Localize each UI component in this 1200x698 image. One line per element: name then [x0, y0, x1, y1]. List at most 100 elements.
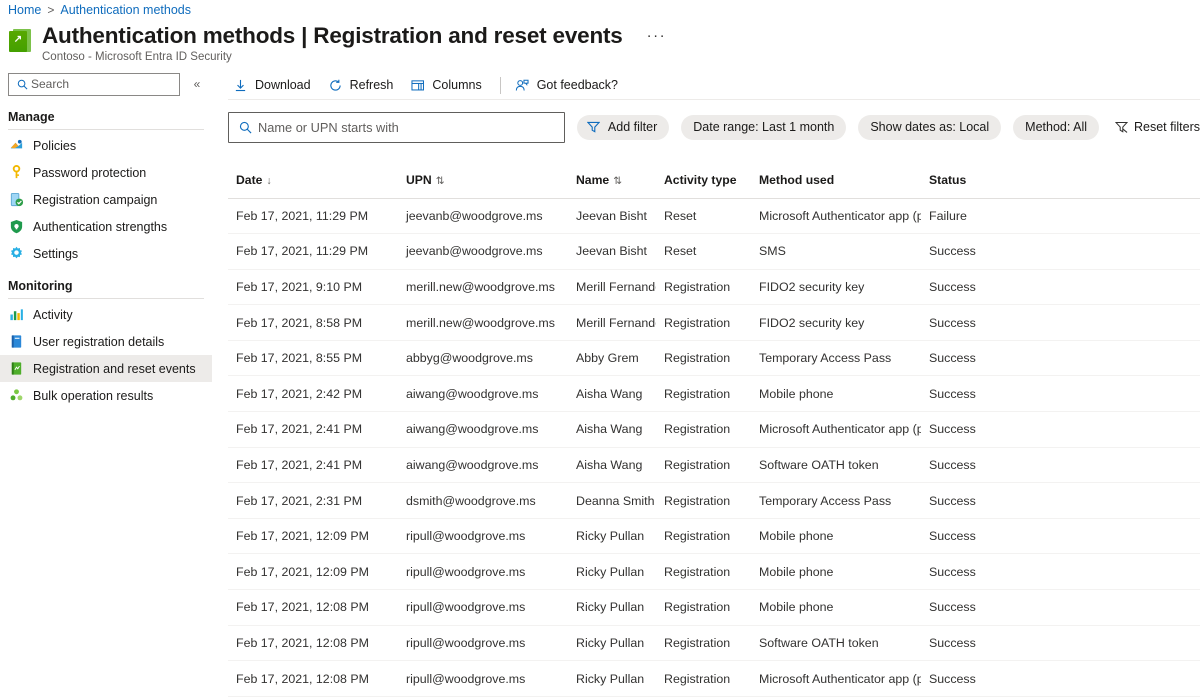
filter-clear-icon [1113, 120, 1129, 134]
name-or-upn-search-input[interactable] [256, 120, 564, 135]
show-dates-as-filter[interactable]: Show dates as: Local [858, 115, 1001, 140]
sidebar-item-label: Activity [33, 308, 73, 322]
sidebar-search-row: « [0, 70, 212, 98]
table-row[interactable]: Feb 17, 2021, 8:55 PMabbyg@woodgrove.msA… [228, 340, 1200, 376]
cell-method-used: Temporary Access Pass [751, 340, 921, 376]
cell-upn: merill.new@woodgrove.ms [398, 305, 568, 341]
breadcrumb: Home > Authentication methods [8, 0, 191, 20]
events-table-head: Date↓ UPN⇅ Name⇅ Activity type Method us… [228, 165, 1200, 198]
shield-icon [8, 219, 24, 235]
page-subtitle: Contoso - Microsoft Entra ID Security [42, 51, 670, 63]
cell-method-used: Software OATH token [751, 625, 921, 661]
sidebar: « Manage Policies Password protection Re… [0, 70, 212, 698]
cell-method-used: Microsoft Authenticator app (pu [751, 661, 921, 697]
table-row[interactable]: Feb 17, 2021, 9:10 PMmerill.new@woodgrov… [228, 269, 1200, 305]
cell-name: Ricky Pullan [568, 518, 656, 554]
sidebar-item-user-registration-details[interactable]: User registration details [0, 328, 212, 355]
cell-upn: ripull@woodgrove.ms [398, 590, 568, 626]
cell-upn: jeevanb@woodgrove.ms [398, 234, 568, 270]
table-row[interactable]: Feb 17, 2021, 8:58 PMmerill.new@woodgrov… [228, 305, 1200, 341]
sidebar-item-password-protection[interactable]: Password protection [0, 159, 212, 186]
add-filter-button[interactable]: Add filter [577, 115, 669, 140]
reset-filters-button[interactable]: Reset filters [1113, 120, 1200, 134]
sidebar-item-authentication-strengths[interactable]: Authentication strengths [0, 213, 212, 240]
table-row[interactable]: Feb 17, 2021, 2:42 PMaiwang@woodgrove.ms… [228, 376, 1200, 412]
cell-status: Success [921, 305, 1041, 341]
sidebar-item-registration-and-reset-events[interactable]: Registration and reset events [0, 355, 212, 382]
table-row[interactable]: Feb 17, 2021, 2:41 PMaiwang@woodgrove.ms… [228, 447, 1200, 483]
table-row[interactable]: Feb 17, 2021, 11:29 PMjeevanb@woodgrove.… [228, 234, 1200, 270]
cell-date: Feb 17, 2021, 12:08 PM [228, 590, 398, 626]
sidebar-collapse-button[interactable]: « [186, 73, 208, 95]
sidebar-item-label: Registration and reset events [33, 362, 196, 376]
events-table-container[interactable]: Date↓ UPN⇅ Name⇅ Activity type Method us… [228, 165, 1200, 698]
key-icon [8, 165, 24, 181]
method-filter[interactable]: Method: All [1013, 115, 1099, 140]
report-book-icon: ↗ [8, 28, 34, 54]
filter-funnel-icon [586, 120, 602, 134]
refresh-label: Refresh [350, 78, 394, 92]
sidebar-item-activity[interactable]: Activity [0, 301, 212, 328]
sidebar-item-settings[interactable]: Settings [0, 240, 212, 267]
table-row[interactable]: Feb 17, 2021, 2:31 PMdsmith@woodgrove.ms… [228, 483, 1200, 519]
sidebar-item-policies[interactable]: Policies [0, 132, 212, 159]
got-feedback-button[interactable]: Got feedback? [510, 72, 627, 98]
sidebar-item-label: Policies [33, 139, 76, 153]
book-blue-icon [8, 334, 24, 350]
download-button[interactable]: Download [228, 72, 320, 98]
breadcrumb-current-link[interactable]: Authentication methods [60, 3, 191, 17]
cell-upn: aiwang@woodgrove.ms [398, 376, 568, 412]
page-root: Home > Authentication methods ↗ Authenti… [0, 0, 1200, 698]
sidebar-item-registration-campaign[interactable]: Registration campaign [0, 186, 212, 213]
table-row[interactable]: Feb 17, 2021, 12:09 PMripull@woodgrove.m… [228, 518, 1200, 554]
cell-activity-type: Registration [656, 340, 751, 376]
cell-date: Feb 17, 2021, 12:08 PM [228, 661, 398, 697]
date-range-filter[interactable]: Date range: Last 1 month [681, 115, 846, 140]
breadcrumb-home-link[interactable]: Home [8, 3, 41, 17]
table-row[interactable]: Feb 17, 2021, 12:08 PMripull@woodgrove.m… [228, 625, 1200, 661]
cell-name: Aisha Wang [568, 447, 656, 483]
more-options-button[interactable]: ··· [643, 27, 671, 45]
column-header-method-used[interactable]: Method used [751, 165, 921, 198]
cell-spacer [1041, 590, 1200, 626]
sidebar-search-input[interactable] [31, 77, 171, 91]
sidebar-item-bulk-operation-results[interactable]: Bulk operation results [0, 382, 212, 409]
column-header-activity-type[interactable]: Activity type [656, 165, 751, 198]
table-row[interactable]: Feb 17, 2021, 2:41 PMaiwang@woodgrove.ms… [228, 412, 1200, 448]
column-header-name[interactable]: Name⇅ [568, 165, 656, 198]
cell-activity-type: Registration [656, 661, 751, 697]
columns-icon [409, 77, 426, 93]
date-range-label: Date range: Last 1 month [693, 120, 834, 134]
cell-method-used: FIDO2 security key [751, 269, 921, 305]
table-header-row: Date↓ UPN⇅ Name⇅ Activity type Method us… [228, 165, 1200, 198]
page-header: ↗ Authentication methods | Registration … [8, 22, 1200, 68]
table-row[interactable]: Feb 17, 2021, 12:08 PMripull@woodgrove.m… [228, 661, 1200, 697]
columns-button[interactable]: Columns [405, 72, 490, 98]
events-table: Date↓ UPN⇅ Name⇅ Activity type Method us… [228, 165, 1200, 697]
cell-spacer [1041, 483, 1200, 519]
got-feedback-label: Got feedback? [537, 78, 618, 92]
table-row[interactable]: Feb 17, 2021, 12:09 PMripull@woodgrove.m… [228, 554, 1200, 590]
table-row[interactable]: Feb 17, 2021, 12:08 PMripull@woodgrove.m… [228, 590, 1200, 626]
cell-status: Success [921, 483, 1041, 519]
cell-spacer [1041, 447, 1200, 483]
refresh-button[interactable]: Refresh [323, 72, 403, 98]
cell-date: Feb 17, 2021, 2:42 PM [228, 376, 398, 412]
cell-spacer [1041, 234, 1200, 270]
cell-method-used: Software OATH token [751, 447, 921, 483]
name-or-upn-search-box[interactable] [228, 112, 565, 143]
sidebar-item-label: Authentication strengths [33, 220, 167, 234]
cell-method-used: Mobile phone [751, 554, 921, 590]
table-row[interactable]: Feb 17, 2021, 11:29 PMjeevanb@woodgrove.… [228, 198, 1200, 234]
cell-spacer [1041, 340, 1200, 376]
gear-icon [8, 246, 24, 262]
add-filter-label: Add filter [608, 120, 657, 134]
column-header-status[interactable]: Status [921, 165, 1041, 198]
cell-upn: jeevanb@woodgrove.ms [398, 198, 568, 234]
cell-status: Success [921, 376, 1041, 412]
cell-activity-type: Registration [656, 269, 751, 305]
sidebar-search-box[interactable] [8, 73, 180, 96]
column-header-upn[interactable]: UPN⇅ [398, 165, 568, 198]
column-header-date[interactable]: Date↓ [228, 165, 398, 198]
cell-name: Merill Fernando [568, 269, 656, 305]
